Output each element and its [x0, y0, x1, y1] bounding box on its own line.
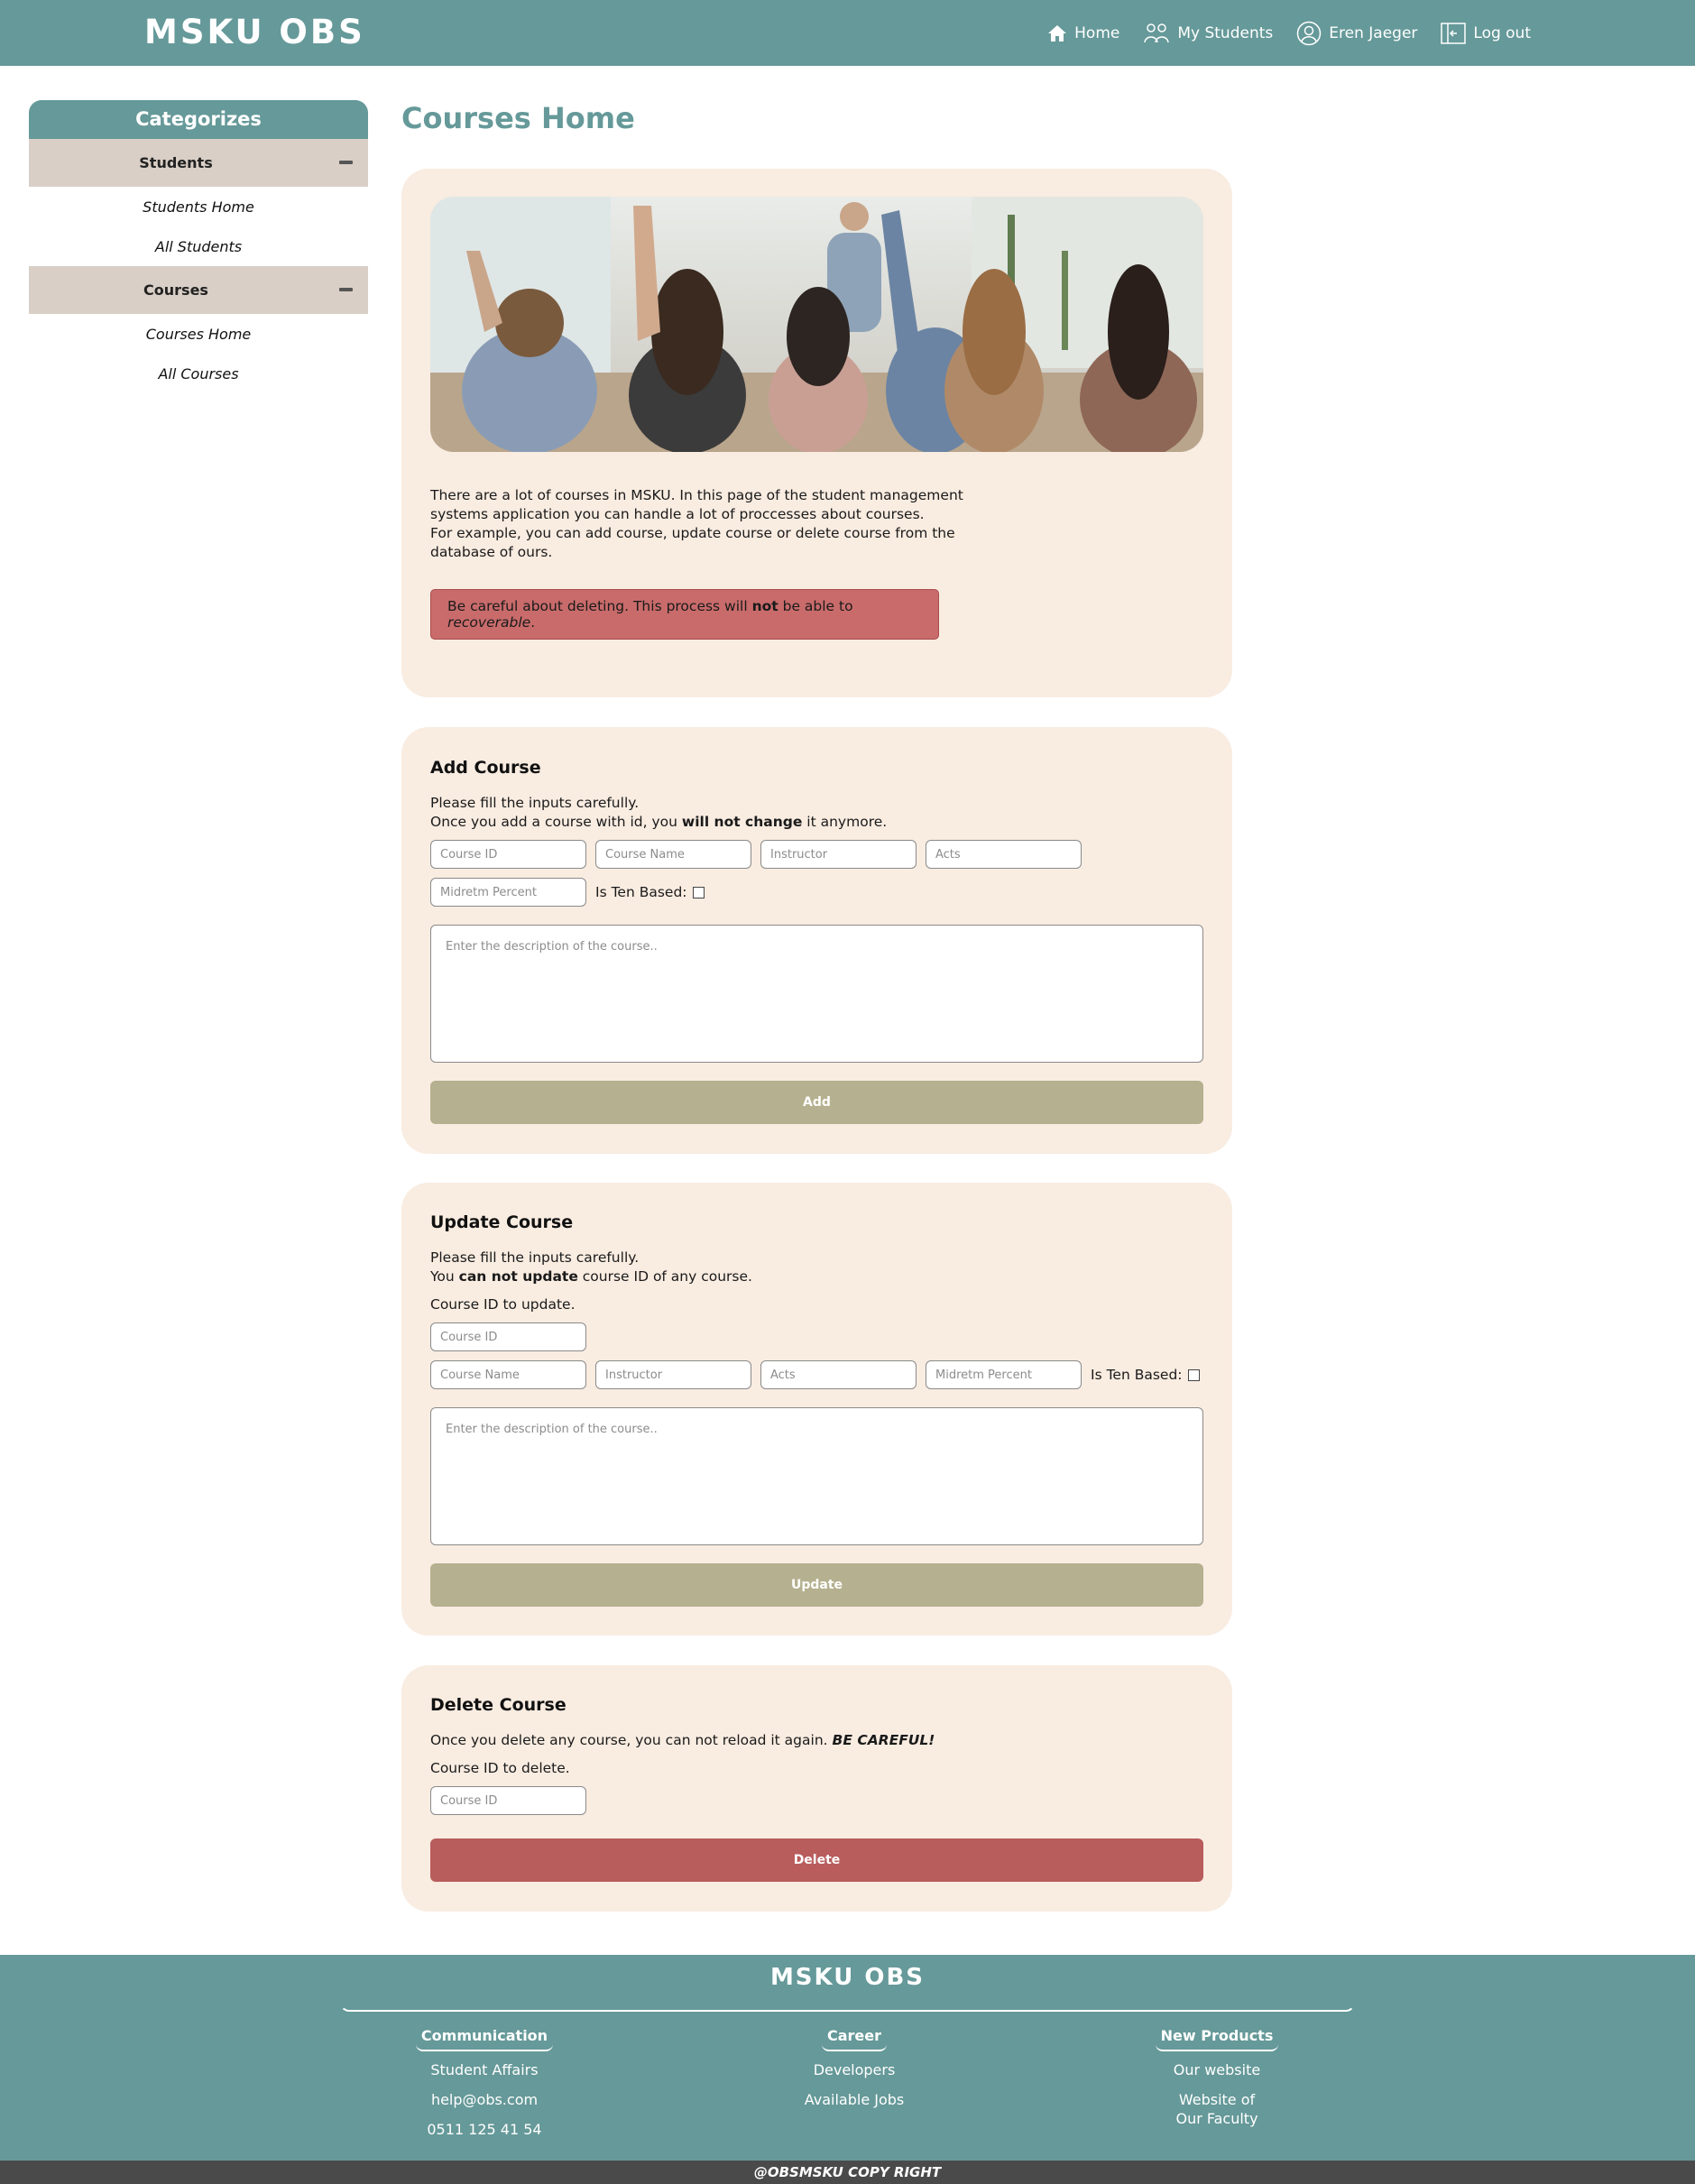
people-icon [1144, 23, 1170, 42]
nav-home[interactable]: Home [1047, 24, 1119, 42]
sidebar-link-students-home[interactable]: Students Home [29, 187, 368, 226]
nav-home-label: Home [1074, 23, 1120, 42]
sidebar-group-label: Courses [143, 281, 208, 299]
add-course-title: Add Course [430, 758, 541, 778]
footer: MSKU OBS Communication Student Affairs h… [0, 1955, 1695, 2161]
nav-user-name: Eren Jaeger [1329, 23, 1418, 42]
ten-based-label: Is Ten Based: [1091, 1367, 1183, 1383]
brand-logo[interactable]: MSKU OBS [144, 13, 365, 51]
delete-warning-alert: Be careful about deleting. This process … [430, 589, 939, 640]
add-midterm-percent-input[interactable] [430, 878, 586, 907]
warning-text: Be careful about deleting. This process … [447, 598, 853, 631]
add-course-card: Add Course Please fill the inputs carefu… [401, 727, 1232, 1154]
update-midterm-percent-input[interactable] [926, 1360, 1082, 1389]
intro-text: There are a lot of courses in MSKU. In t… [430, 486, 990, 562]
footer-phone[interactable]: 0511 125 41 54 [349, 2120, 620, 2140]
collapse-icon[interactable] [339, 161, 353, 164]
sidebar-title: Categorizes [29, 100, 368, 139]
intro-card: There are a lot of courses in MSKU. In t… [401, 169, 1232, 697]
update-id-label: Course ID to update. [430, 1296, 576, 1313]
footer-link[interactable]: Available Jobs [719, 2090, 990, 2110]
nav-user-profile[interactable]: Eren Jaeger [1296, 21, 1417, 46]
page-title: Courses Home [401, 101, 635, 135]
footer-column-title: Career [821, 2027, 888, 2051]
nav-my-students-label: My Students [1177, 23, 1274, 42]
update-course-name-input[interactable] [430, 1360, 586, 1389]
nav-logout-label: Log out [1473, 23, 1531, 42]
classroom-hero-image [430, 197, 1203, 452]
nav-logout[interactable]: Log out [1441, 22, 1531, 44]
add-button[interactable]: Add [430, 1081, 1203, 1124]
update-instructor-input[interactable] [595, 1360, 751, 1389]
sidebar: Categorizes Students Students Home All S… [29, 100, 368, 393]
sidebar-group-label: Students [139, 154, 213, 171]
collapse-icon[interactable] [339, 288, 353, 291]
sidebar-group-students[interactable]: Students [29, 139, 368, 187]
delete-course-id-input[interactable] [430, 1786, 586, 1815]
nav-menu: Home My Students Eren Jaeger Log out [1047, 0, 1531, 66]
intro-line-1: There are a lot of courses in MSKU. In t… [430, 487, 963, 522]
footer-link[interactable]: Developers [719, 2060, 990, 2080]
intro-line-2: For example, you can add course, update … [430, 525, 955, 560]
sidebar-group-courses[interactable]: Courses [29, 266, 368, 314]
update-course-card: Update Course Please fill the inputs car… [401, 1183, 1232, 1636]
sidebar-link-all-courses[interactable]: All Courses [29, 354, 368, 393]
update-button[interactable]: Update [430, 1563, 1203, 1607]
add-course-instructions: Please fill the inputs carefully. Once y… [430, 795, 888, 830]
delete-course-title: Delete Course [430, 1695, 567, 1715]
copyright-bar: @OBSMSKU COPY RIGHT [0, 2161, 1695, 2184]
update-course-id-input[interactable] [430, 1322, 586, 1351]
footer-column-title: Communication [415, 2027, 554, 2051]
add-ten-based-field: Is Ten Based: [595, 884, 705, 900]
footer-link[interactable]: Student Affairs [349, 2060, 620, 2080]
footer-brand: MSKU OBS [769, 1964, 926, 1991]
footer-column-career: Career Developers Available Jobs [719, 2027, 990, 2120]
footer-column-title: New Products [1155, 2027, 1279, 2051]
sidebar-link-courses-home[interactable]: Courses Home [29, 314, 368, 354]
ten-based-label: Is Ten Based: [595, 884, 687, 900]
add-instructor-input[interactable] [760, 840, 917, 869]
user-avatar-icon [1297, 21, 1322, 45]
footer-column-communication: Communication Student Affairs help@obs.c… [349, 2027, 620, 2150]
footer-email-link[interactable]: help@obs.com [349, 2090, 620, 2110]
delete-id-label: Course ID to delete. [430, 1760, 570, 1776]
update-course-instructions: Please fill the inputs carefully. You ca… [430, 1249, 752, 1285]
footer-link-faculty[interactable]: Website of Our Faculty [1082, 2090, 1352, 2128]
add-acts-input[interactable] [926, 840, 1082, 869]
add-ten-based-checkbox[interactable] [692, 886, 705, 898]
home-icon [1048, 24, 1067, 41]
delete-button[interactable]: Delete [430, 1838, 1203, 1882]
top-navbar: MSKU OBS Home My Students Eren Jaeger Lo… [0, 0, 1695, 66]
add-course-name-input[interactable] [595, 840, 751, 869]
footer-link[interactable]: Our website [1082, 2060, 1352, 2080]
footer-column-new-products: New Products Our website Website of Our … [1082, 2027, 1352, 2138]
nav-my-students[interactable]: My Students [1143, 23, 1273, 44]
delete-course-card: Delete Course Once you delete any course… [401, 1665, 1232, 1912]
logout-icon [1441, 22, 1467, 44]
classroom-illustration [430, 197, 1203, 452]
update-ten-based-field: Is Ten Based: [1091, 1367, 1200, 1383]
delete-course-instructions: Once you delete any course, you can not … [430, 1732, 935, 1748]
update-ten-based-checkbox[interactable] [1187, 1368, 1200, 1381]
add-description-textarea[interactable] [430, 925, 1203, 1063]
update-course-title: Update Course [430, 1212, 574, 1232]
add-course-id-input[interactable] [430, 840, 586, 869]
footer-divider [340, 2003, 1355, 2012]
update-description-textarea[interactable] [430, 1407, 1203, 1545]
update-acts-input[interactable] [760, 1360, 917, 1389]
sidebar-link-all-students[interactable]: All Students [29, 226, 368, 266]
